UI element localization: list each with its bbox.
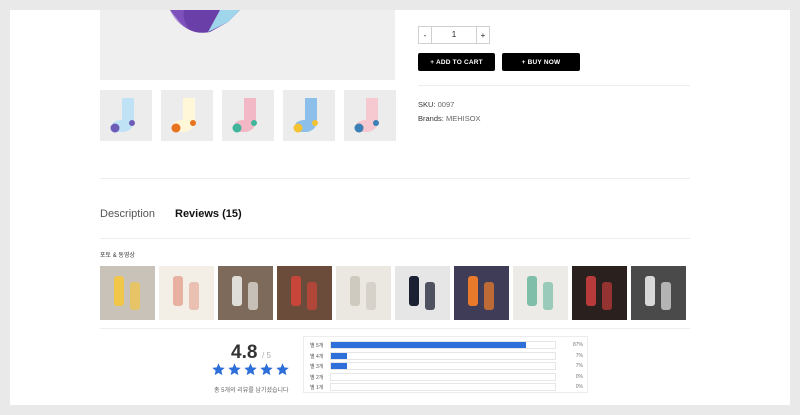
- rating-bar-percent: 0%: [575, 373, 583, 380]
- rating-bar-label: 별 4개: [310, 353, 324, 360]
- quantity-stepper: - 1 +: [418, 26, 490, 44]
- rating-distribution: 별 5개 87% 별 4개 7% 별 3개 7% 별 2개 0% 별 1개 0%: [303, 336, 588, 393]
- buy-now-button[interactable]: + BUY NOW: [502, 53, 580, 71]
- rating-bar-track: [330, 362, 556, 370]
- rating-max: / 5: [262, 351, 271, 360]
- rating-bar-percent: 7%: [575, 363, 583, 369]
- rating-bar-fill: [331, 342, 526, 348]
- rating-bar-track: [330, 351, 556, 360]
- rating-bar-label: 별 2개: [310, 374, 324, 381]
- rating-bar-row: 별 1개 0%: [304, 383, 587, 392]
- rating-bar-track: [330, 372, 556, 381]
- star-icon: [244, 363, 257, 376]
- rating-score: 4.8: [231, 342, 258, 363]
- rating-bar-label: 별 3개: [310, 364, 324, 370]
- thumbnail-sock-blue-yellow[interactable]: [283, 90, 335, 141]
- rating-bar-percent: 87%: [572, 342, 583, 348]
- rating-bar-percent: 0%: [575, 384, 583, 390]
- photo-content: [173, 276, 199, 310]
- sku-value: 0097: [437, 100, 455, 109]
- main-product-image: [100, 10, 395, 80]
- tab-reviews[interactable]: Reviews (15): [175, 208, 242, 220]
- rating-bar-row: 별 5개 87%: [304, 341, 587, 350]
- photo-content: [114, 276, 140, 310]
- media-section-title: 포토 & 동영상: [100, 253, 135, 259]
- thumbnail-sock-light-blue[interactable]: [100, 90, 152, 141]
- sock-illustration: [170, 10, 240, 33]
- divider: [100, 178, 690, 179]
- brands-label: Brands:: [418, 114, 444, 123]
- star-icon: [276, 363, 289, 376]
- quantity-value[interactable]: 1: [431, 27, 477, 43]
- sock-icon: [293, 98, 318, 133]
- photo-content: [232, 276, 258, 310]
- star-icon: [228, 363, 241, 376]
- sock-icon: [354, 98, 379, 133]
- thumbnail-sock-teal-pink[interactable]: [222, 90, 274, 141]
- rating-stars: [211, 362, 290, 377]
- review-photo[interactable]: [100, 266, 155, 320]
- review-count-note: 총 5개의 리뷰를 남기셨습니다: [214, 388, 289, 394]
- sock-icon: [110, 98, 135, 133]
- star-icon: [260, 363, 273, 376]
- review-photo[interactable]: [218, 266, 273, 320]
- photo-content: [527, 276, 553, 310]
- review-photo[interactable]: [454, 266, 509, 320]
- review-photo[interactable]: [572, 266, 627, 320]
- divider: [100, 328, 690, 329]
- sock-icon: [171, 98, 196, 133]
- rating-bar-row: 별 3개 7%: [304, 362, 587, 371]
- review-photo[interactable]: [159, 266, 214, 320]
- brand-row: Brands: MEHISOX: [418, 114, 481, 123]
- photo-content: [291, 276, 317, 310]
- photo-content: [350, 276, 376, 310]
- add-to-cart-button[interactable]: + ADD TO CART: [418, 53, 495, 71]
- rating-bar-percent: 7%: [575, 352, 583, 359]
- divider: [100, 238, 690, 239]
- quantity-increment-button[interactable]: +: [477, 31, 489, 40]
- rating-bar-track: [330, 383, 556, 391]
- photo-content: [409, 276, 435, 310]
- sku-row: SKU: 0097: [418, 100, 454, 109]
- review-photo[interactable]: [336, 266, 391, 320]
- review-photo[interactable]: [277, 266, 332, 320]
- review-photo[interactable]: [631, 266, 686, 320]
- tab-description[interactable]: Description: [100, 208, 155, 220]
- sku-label: SKU:: [418, 100, 436, 109]
- review-photo[interactable]: [513, 266, 568, 320]
- quantity-decrement-button[interactable]: -: [419, 31, 431, 40]
- star-icon: [212, 363, 225, 376]
- rating-bar-label: 별 5개: [310, 343, 324, 349]
- thumbnail-sock-orange-cream[interactable]: [161, 90, 213, 141]
- rating-bar-row: 별 2개 0%: [304, 372, 587, 382]
- rating-bar-row: 별 4개 7%: [304, 351, 587, 361]
- divider: [418, 85, 690, 86]
- photo-content: [468, 276, 494, 310]
- sock-icon: [232, 98, 257, 133]
- review-photo[interactable]: [395, 266, 450, 320]
- rating-bar-fill: [331, 363, 347, 369]
- rating-bar-fill: [331, 352, 347, 359]
- photo-content: [586, 276, 612, 310]
- photo-content: [645, 276, 671, 310]
- product-page: - 1 + + ADD TO CART + BUY NOW SKU: 0097 …: [10, 10, 790, 405]
- brand-link[interactable]: MEHISOX: [446, 114, 481, 123]
- thumbnail-sock-pink-blue[interactable]: [344, 90, 396, 141]
- rating-bar-track: [330, 341, 556, 349]
- rating-bar-label: 별 1개: [310, 385, 324, 391]
